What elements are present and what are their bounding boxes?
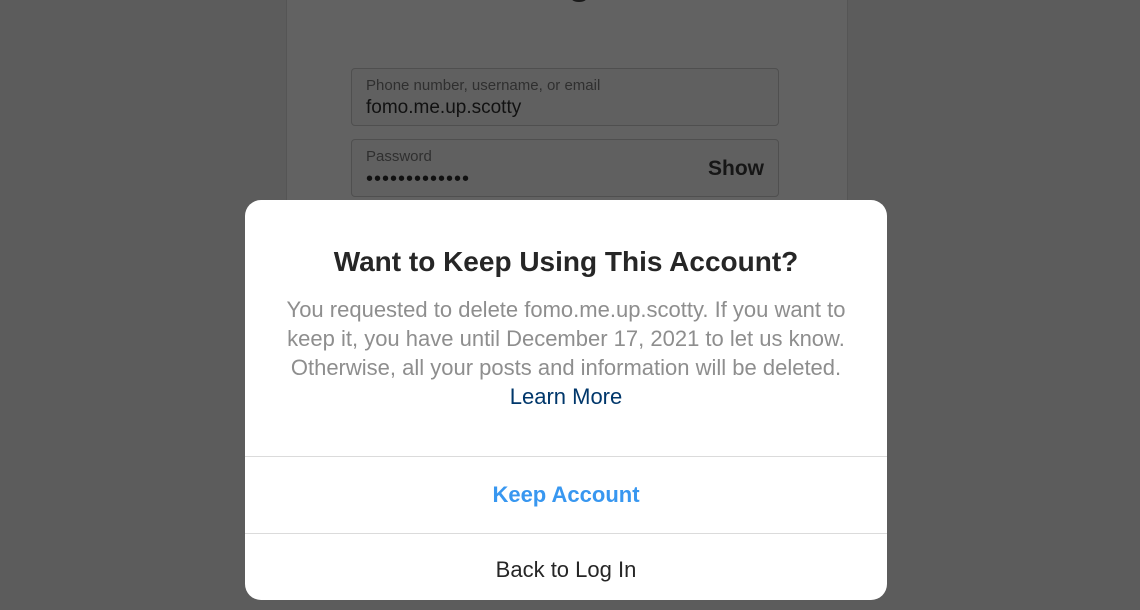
keep-account-button[interactable]: Keep Account <box>245 457 887 533</box>
dialog-title: Want to Keep Using This Account? <box>333 246 799 277</box>
back-to-login-button[interactable]: Back to Log In <box>245 534 887 610</box>
keep-account-dialog: Want to Keep Using This Account? You req… <box>245 200 887 600</box>
back-to-login-label: Back to Log In <box>495 557 637 582</box>
username-value[interactable]: fomo.me.up.scotty <box>366 97 521 119</box>
logo-fragment <box>568 0 592 6</box>
learn-more-link[interactable]: Learn More <box>510 384 623 409</box>
username-field-label: Phone number, username, or email <box>366 77 601 94</box>
dialog-message: You requested to delete fomo.me.up.scott… <box>285 295 847 411</box>
username-field[interactable]: Phone number, username, or email fomo.me… <box>351 68 779 126</box>
show-password-button[interactable]: Show <box>708 157 764 181</box>
password-field[interactable]: Password ••••••••••••• Show <box>351 139 779 197</box>
password-field-label: Password <box>366 148 432 165</box>
password-value[interactable]: ••••••••••••• <box>366 168 470 191</box>
dialog-message-text: You requested to delete fomo.me.up.scott… <box>286 297 846 380</box>
